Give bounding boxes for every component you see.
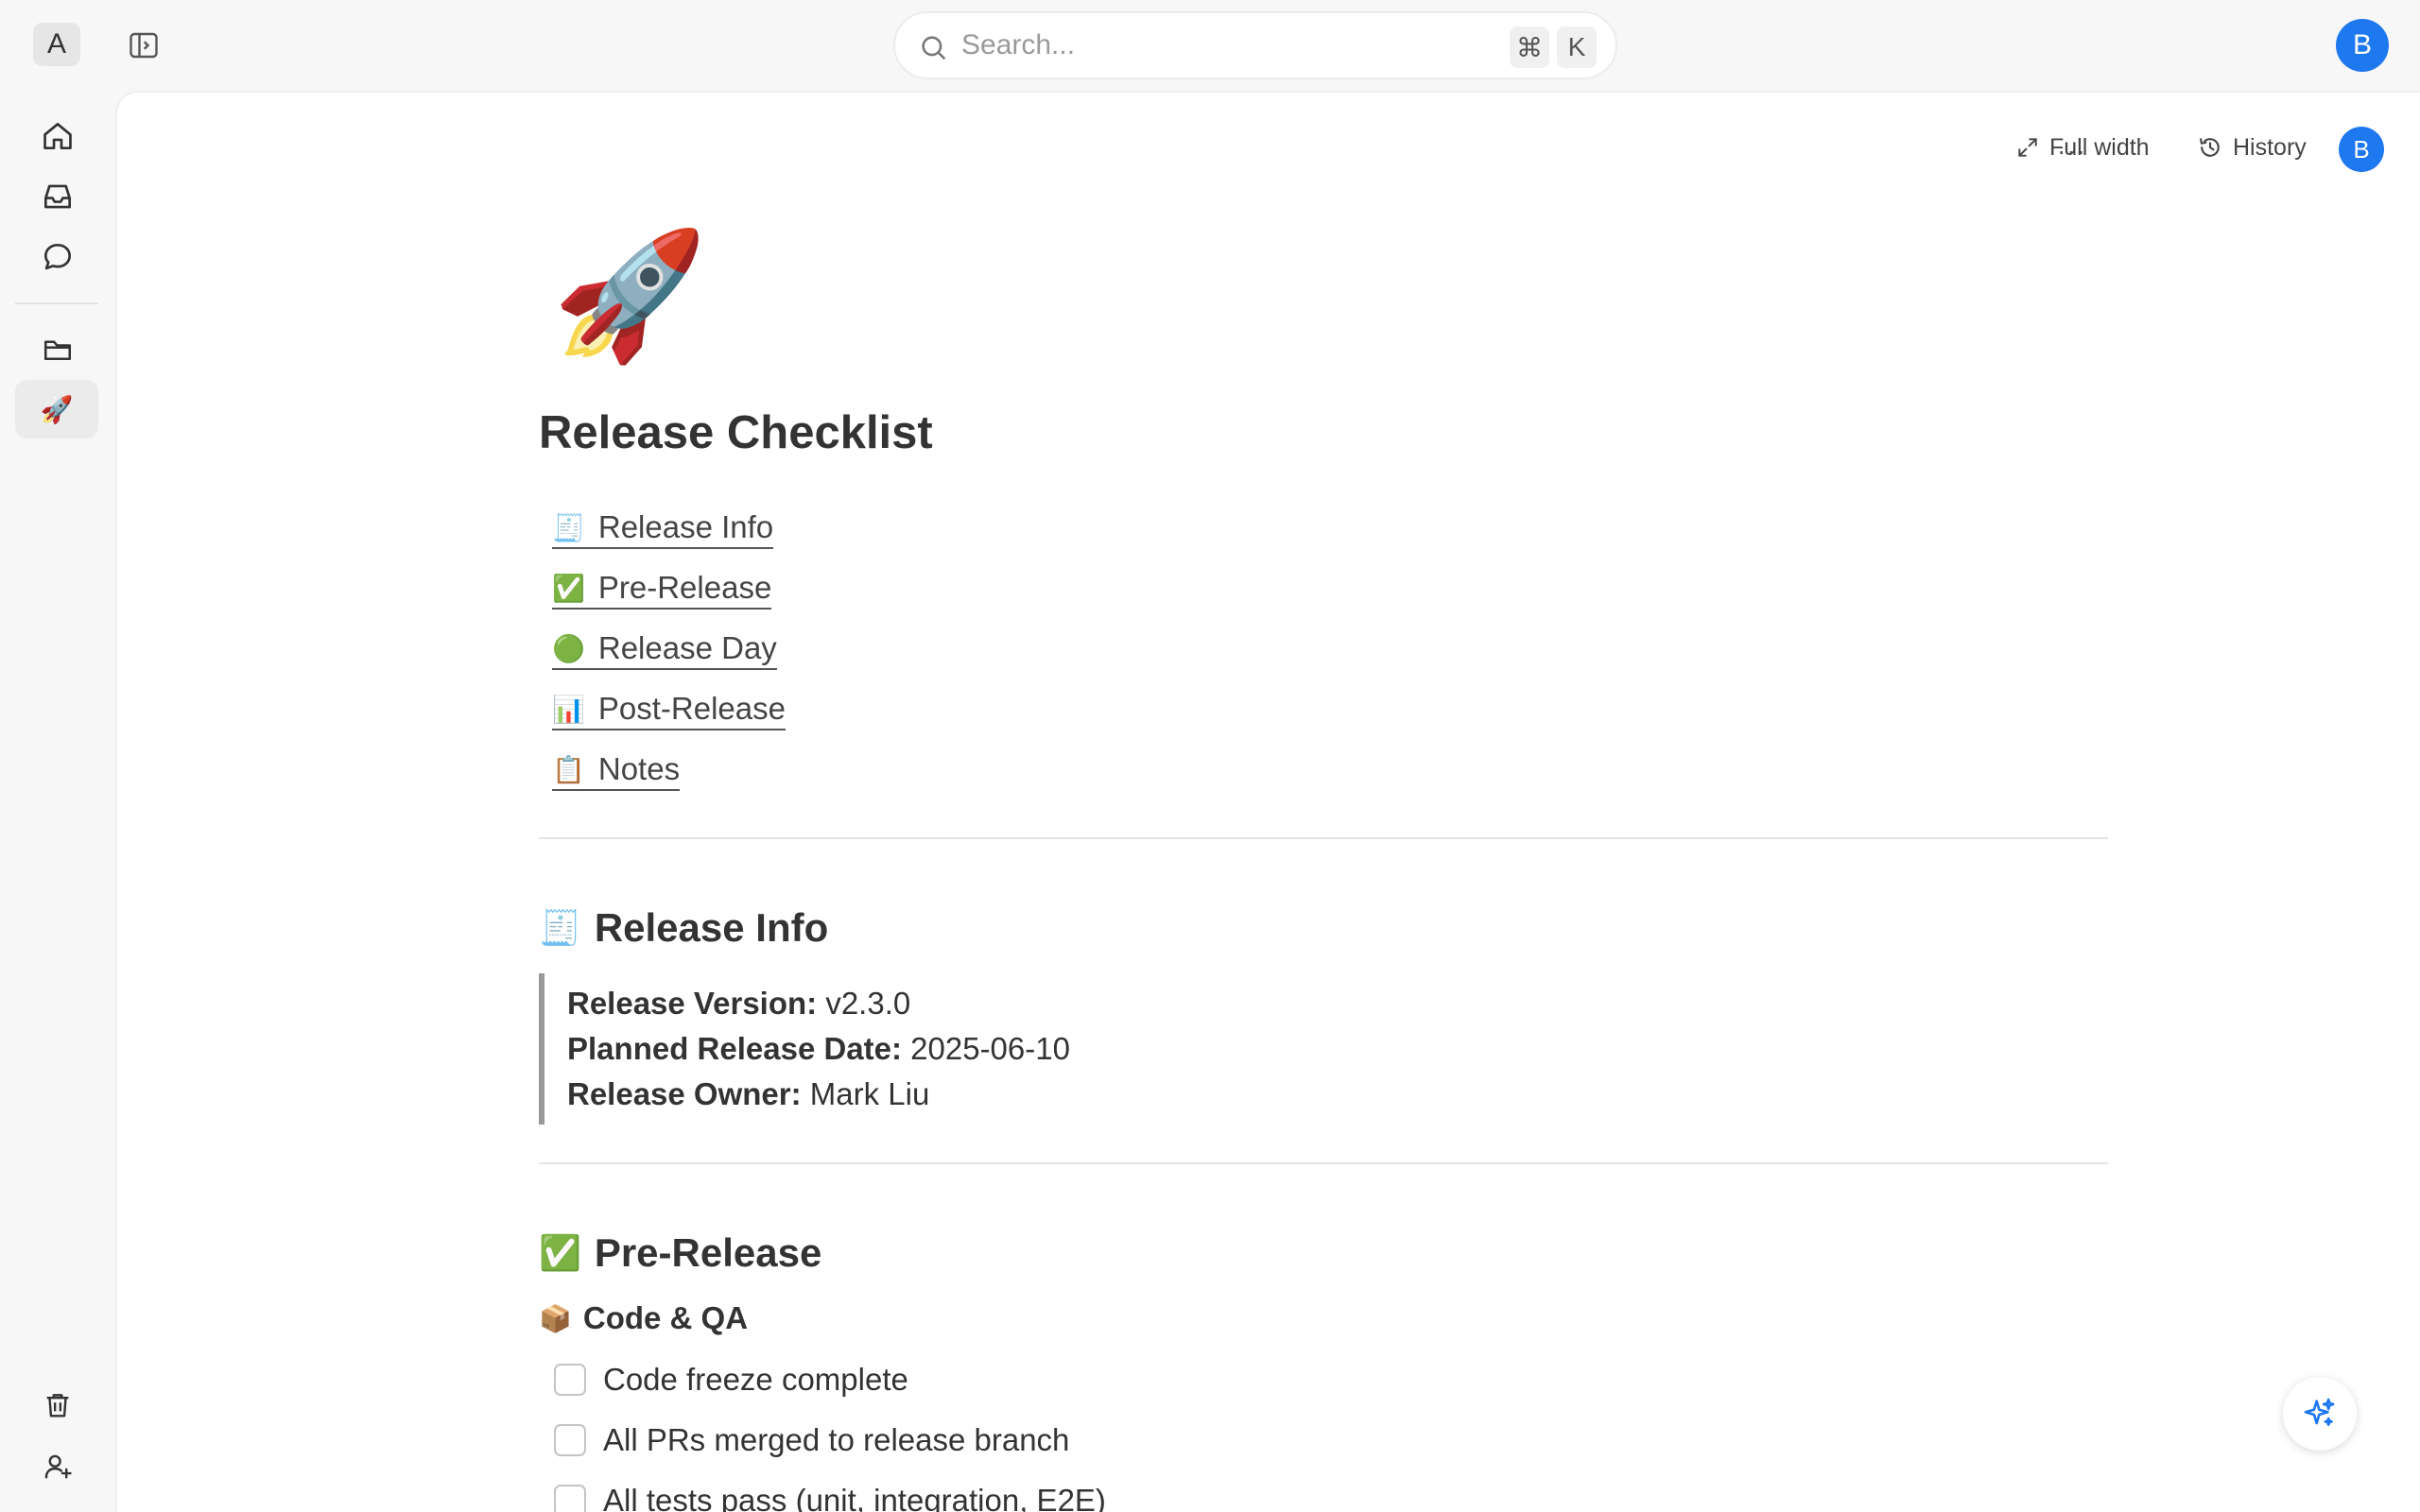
field-value: v2.3.0 (825, 986, 911, 1021)
toc-item: ✅ Pre-Release (552, 559, 2108, 620)
rail-item-release-checklist[interactable]: 🚀 (15, 380, 98, 438)
package-icon: 📦 (539, 1302, 572, 1334)
checkbox[interactable] (554, 1485, 586, 1512)
section-divider (539, 837, 2108, 839)
workspace-avatar[interactable]: A (33, 23, 80, 66)
page-icon[interactable]: 🚀 (552, 225, 2108, 367)
checklist-item: All tests pass (unit, integration, E2E) (554, 1470, 2108, 1512)
rocket-icon: 🚀 (40, 394, 74, 424)
heading-pre-release[interactable]: ✅ Pre-Release (539, 1230, 2108, 1276)
shortcut-k-key: K (1557, 26, 1597, 68)
rail-divider (15, 302, 98, 304)
checklist-label[interactable]: All PRs merged to release branch (603, 1422, 1069, 1458)
toc-item: 🟢 Release Day (552, 620, 2108, 680)
field-label: Release Owner: (567, 1076, 802, 1111)
toc-label: Notes (597, 751, 681, 786)
heading-code-qa[interactable]: 📦 Code & QA (539, 1300, 2108, 1336)
checklist-label[interactable]: All tests pass (unit, integration, E2E) (603, 1483, 1106, 1512)
green-circle-icon: 🟢 (552, 632, 585, 664)
top-bar: A ⌘ K B (0, 0, 2420, 91)
clipboard-icon: 📋 (552, 753, 585, 785)
receipt-icon: 🧾 (539, 909, 581, 948)
history-icon (2197, 134, 2223, 161)
bar-chart-icon: 📊 (552, 693, 585, 725)
table-of-contents: 🧾 Release Info ✅ Pre-Release 🟢 Release D… (552, 499, 2108, 801)
heading-text: Code & QA (582, 1300, 749, 1335)
ai-assistant-button[interactable] (2283, 1377, 2357, 1451)
trash-icon[interactable] (38, 1385, 78, 1425)
toc-label: Post-Release (597, 691, 786, 726)
toc-link-post-release[interactable]: 📊 Post-Release (552, 691, 786, 730)
toc-label: Release Info (597, 509, 774, 544)
toc-link-release-info[interactable]: 🧾 Release Info (552, 509, 774, 549)
release-info-quote[interactable]: Release Version: v2.3.0 Planned Release … (539, 973, 2108, 1125)
collaborator-avatar[interactable]: B (2339, 127, 2384, 172)
full-width-label: Full width (2049, 133, 2150, 161)
folder-icon[interactable] (38, 330, 78, 369)
page-title[interactable]: Release Checklist (539, 404, 2108, 461)
checklist-item: Code freeze complete (554, 1349, 2108, 1410)
search-bar[interactable]: ⌘ K (893, 11, 1617, 79)
history-button[interactable]: History (2197, 129, 2307, 166)
chat-icon[interactable] (38, 237, 78, 277)
field-label: Planned Release Date: (567, 1031, 902, 1066)
add-user-icon[interactable] (38, 1447, 78, 1486)
sparkle-icon (2301, 1395, 2339, 1433)
section-divider (539, 1162, 2108, 1164)
release-version-line: Release Version: v2.3.0 (567, 981, 2108, 1026)
document-content: 🚀 Release Checklist 🧾 Release Info ✅ Pre… (539, 225, 2108, 1512)
receipt-icon: 🧾 (552, 511, 585, 543)
home-icon[interactable] (38, 116, 78, 156)
release-owner-line: Release Owner: Mark Liu (567, 1072, 2108, 1117)
toc-item: 🧾 Release Info (552, 499, 2108, 559)
heading-release-info[interactable]: 🧾 Release Info (539, 905, 2108, 951)
toc-link-release-day[interactable]: 🟢 Release Day (552, 630, 777, 670)
toc-link-pre-release[interactable]: ✅ Pre-Release (552, 570, 772, 610)
expand-icon (2015, 135, 2040, 160)
toc-label: Release Day (597, 630, 777, 665)
inbox-icon[interactable] (38, 177, 78, 216)
field-label: Release Version: (567, 986, 818, 1021)
search-input[interactable] (961, 25, 1434, 66)
field-value: 2025-06-10 (910, 1031, 1070, 1066)
checkbox[interactable] (554, 1364, 586, 1396)
sidebar-toggle-icon[interactable] (127, 28, 161, 62)
heading-text: Pre-Release (594, 1230, 822, 1275)
toc-item: 📋 Notes (552, 741, 2108, 801)
planned-date-line: Planned Release Date: 2025-06-10 (567, 1026, 2108, 1072)
shortcut-cmd-key: ⌘ (1510, 26, 1549, 68)
user-avatar[interactable]: B (2336, 19, 2389, 72)
check-mark-icon: ✅ (539, 1234, 581, 1273)
field-value: Mark Liu (809, 1076, 930, 1111)
toc-link-notes[interactable]: 📋 Notes (552, 751, 681, 791)
search-icon (918, 32, 950, 64)
checklist: Code freeze complete All PRs merged to r… (539, 1349, 2108, 1512)
document-panel: ··· Full width History B 🚀 Release Check… (115, 91, 2420, 1512)
heading-text: Release Info (594, 905, 829, 950)
check-mark-icon: ✅ (552, 572, 585, 604)
history-label: History (2233, 133, 2307, 161)
toc-item: 📊 Post-Release (552, 680, 2108, 741)
checkbox[interactable] (554, 1424, 586, 1456)
checklist-item: All PRs merged to release branch (554, 1410, 2108, 1470)
full-width-button[interactable]: Full width (2015, 129, 2150, 166)
toc-label: Pre-Release (597, 570, 772, 605)
checklist-label[interactable]: Code freeze complete (603, 1362, 908, 1398)
